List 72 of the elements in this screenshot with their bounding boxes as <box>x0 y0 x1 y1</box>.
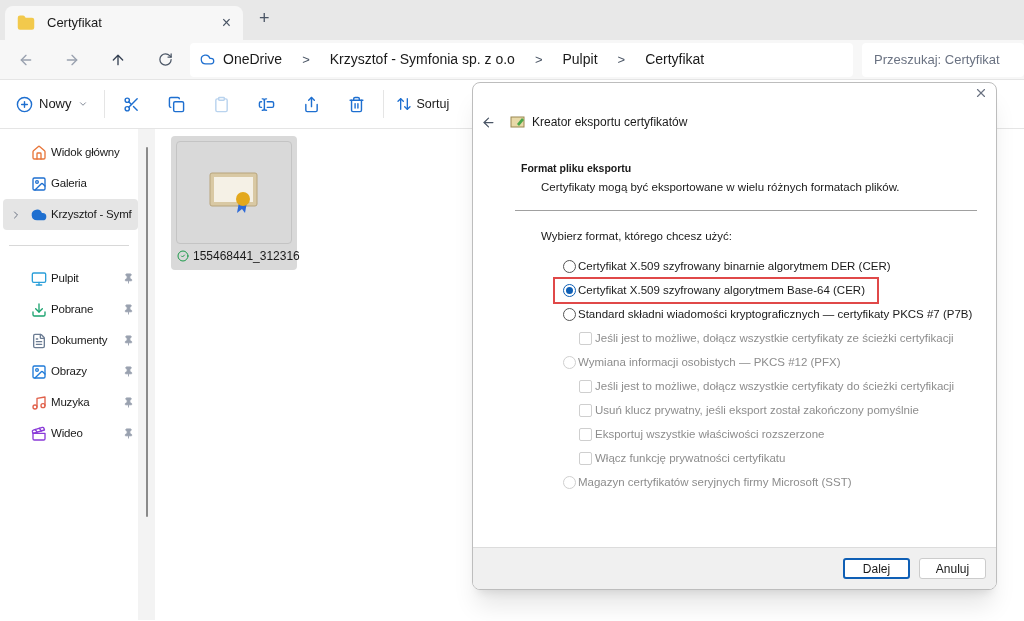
document-icon <box>31 332 47 349</box>
sidebar-label: Pulpit <box>51 270 80 286</box>
certificate-icon <box>209 171 259 214</box>
breadcrumb[interactable]: Certyfikat <box>645 49 705 70</box>
sidebar-label: Obrazy <box>51 363 88 379</box>
breadcrumb-separator: > <box>302 50 310 69</box>
sidebar-item[interactable]: Obrazy <box>3 356 138 387</box>
breadcrumb[interactable]: Krzysztof - Symfonia sp. z o.o <box>329 49 515 70</box>
file-tile[interactable]: 155468441_312316 <box>171 136 297 270</box>
caret-icon <box>77 99 88 109</box>
sidebar-item[interactable]: Pobrane <box>3 294 138 325</box>
sort-icon <box>395 96 412 112</box>
sidebar-label: Galeria <box>51 175 88 191</box>
picture-icon <box>31 363 47 380</box>
pin-icon[interactable] <box>123 304 134 315</box>
section-heading: Format pliku eksportu <box>521 161 633 176</box>
sidebar-item[interactable]: Muzyka <box>3 387 138 418</box>
format-prompt: Wybierz format, którego chcesz użyć: <box>540 229 733 244</box>
dialog-button[interactable]: Dalej <box>843 558 910 579</box>
cut-icon[interactable] <box>122 95 140 113</box>
cloud-icon <box>200 52 215 67</box>
refresh-icon[interactable] <box>158 52 173 67</box>
breadcrumb-separator: > <box>534 50 543 69</box>
plus-icon <box>16 95 33 113</box>
sidebar-label: Dokumenty <box>51 332 109 348</box>
pin-icon[interactable] <box>123 273 134 284</box>
dialog-title: Kreator eksportu certyfikatów <box>532 114 688 131</box>
search-field[interactable]: Przeszukaj: Certyfikat <box>862 42 1024 77</box>
sidebar-item[interactable]: Pulpit <box>3 263 138 294</box>
delete-icon[interactable] <box>347 95 365 113</box>
pin-icon[interactable] <box>123 428 134 439</box>
share-icon[interactable] <box>302 95 320 113</box>
sidebar-label: Pobrane <box>51 301 95 317</box>
pin-icon[interactable] <box>123 397 134 408</box>
download-icon <box>31 301 47 318</box>
address-bar[interactable]: OneDrive > Krzysztof - Symfonia sp. z o.o > Pulpit > Certyfikat <box>190 42 853 77</box>
section-subtitle: Certyfikaty mogą być eksportowane w wielu różnych formatach plików. <box>540 179 901 195</box>
breadcrumb-separator: > <box>617 50 626 69</box>
sidebar-label: Krzysztof - Symf <box>51 206 133 222</box>
new-button[interactable]: Nowy <box>16 94 88 114</box>
pin-icon[interactable] <box>123 366 134 377</box>
sidebar-label: Wideo <box>51 425 84 441</box>
file-name: 155468441_312316 <box>193 248 300 265</box>
back-icon[interactable] <box>481 114 496 130</box>
desktop-icon <box>31 270 47 287</box>
sidebar-item[interactable]: Galeria <box>3 168 138 199</box>
dialog-button[interactable]: Anuluj <box>919 558 986 579</box>
close-icon[interactable] <box>974 86 988 100</box>
breadcrumb[interactable]: Pulpit <box>562 49 598 70</box>
tab[interactable]: Certyfikat × <box>5 6 243 40</box>
house-icon <box>31 144 47 161</box>
sidebar-item[interactable]: Widok główny <box>3 137 138 168</box>
sidebar-item[interactable]: Wideo <box>3 418 138 449</box>
radio-option[interactable]: Certyfikat X.509 szyfrowany algorytmem Base-64 (CER) <box>553 276 879 304</box>
music-icon <box>31 394 47 411</box>
sort-button[interactable]: Sortuj <box>395 94 450 114</box>
sidebar-item[interactable]: Krzysztof - Symf <box>3 199 138 230</box>
scrollbar[interactable] <box>145 147 148 517</box>
video-icon <box>31 425 47 442</box>
gallery-icon <box>31 175 47 192</box>
sidebar-label: Muzyka <box>51 394 91 410</box>
folder-icon <box>17 14 35 32</box>
new-tab-button[interactable]: + <box>259 5 270 32</box>
sidebar-item[interactable]: Dokumenty <box>3 325 138 356</box>
close-button[interactable]: × <box>221 11 231 35</box>
breadcrumb[interactable]: OneDrive <box>223 49 283 70</box>
rename-icon[interactable] <box>257 95 275 113</box>
pin-icon[interactable] <box>123 335 134 346</box>
certificate-icon <box>510 114 526 130</box>
sidebar-label: Widok główny <box>51 144 121 160</box>
tab-title: Certyfikat <box>47 14 103 33</box>
copy-icon[interactable] <box>167 95 185 113</box>
